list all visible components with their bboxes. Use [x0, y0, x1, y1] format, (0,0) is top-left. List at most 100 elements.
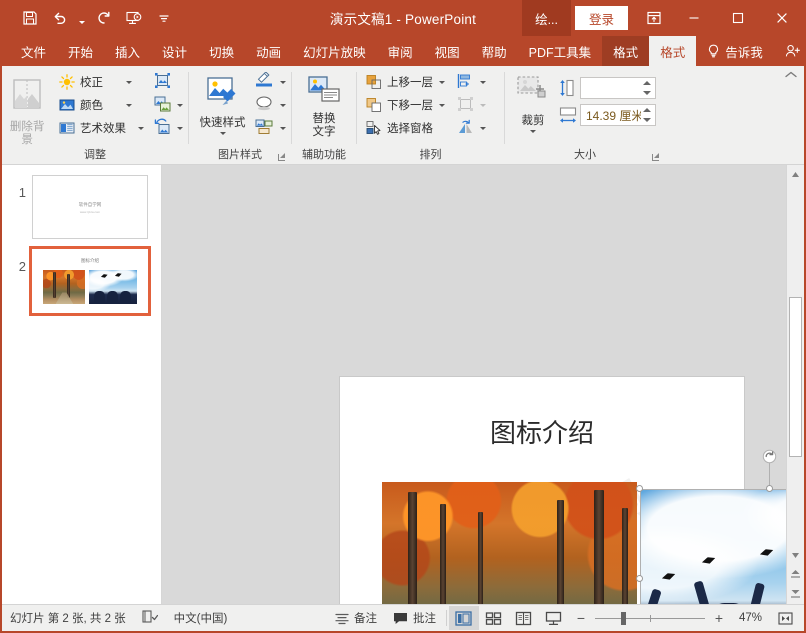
tab-picture-format[interactable]: 格式	[649, 36, 696, 66]
change-picture-button[interactable]	[149, 94, 175, 116]
thumbnail-frame[interactable]: 软件自学网 www.rjzxw.com	[32, 175, 148, 239]
chevron-down-icon[interactable]	[480, 81, 486, 84]
share-button[interactable]: 共享	[774, 36, 806, 66]
thumbnail-slide-2[interactable]: 2 图标介绍	[2, 239, 161, 313]
signin-button[interactable]: 登录	[575, 6, 628, 30]
crop-button[interactable]: 裁剪	[510, 71, 556, 133]
tab-help[interactable]: 帮助	[471, 36, 518, 66]
redo-button[interactable]	[90, 5, 118, 31]
scrollbar-thumb[interactable]	[789, 297, 802, 457]
slide-editing-pane[interactable]: 软件自学网 图标介绍	[162, 165, 804, 604]
shape-height-input[interactable]	[580, 77, 656, 99]
thumbnail-frame[interactable]: 图标介绍	[32, 249, 148, 313]
height-spinner-down[interactable]	[643, 91, 651, 95]
notes-button[interactable]: 备注	[327, 605, 385, 632]
ribbon-display-options-icon[interactable]	[636, 0, 672, 36]
tab-design[interactable]: 设计	[151, 36, 198, 66]
reset-picture-button[interactable]	[149, 117, 175, 139]
scroll-up-button[interactable]	[787, 165, 804, 183]
rotate-handle[interactable]	[762, 449, 777, 464]
chevron-down-icon[interactable]	[280, 127, 286, 130]
save-button[interactable]	[16, 5, 44, 31]
chevron-down-icon[interactable]	[280, 81, 286, 84]
zoom-track[interactable]	[595, 618, 705, 619]
chevron-down-icon[interactable]	[439, 104, 445, 107]
tab-pdf-tools[interactable]: PDF工具集	[518, 36, 603, 66]
resize-handle-top-center[interactable]	[766, 485, 773, 492]
scroll-down-button[interactable]	[787, 546, 804, 564]
undo-button[interactable]	[46, 5, 74, 31]
picture-layout-button[interactable]	[251, 117, 277, 139]
maximize-button[interactable]	[716, 0, 760, 36]
undo-dropdown-icon[interactable]	[76, 5, 88, 31]
tab-file[interactable]: 文件	[10, 36, 57, 66]
slide-canvas[interactable]: 软件自学网 图标介绍	[340, 377, 744, 604]
selection-pane-button[interactable]: 选择窗格	[362, 117, 448, 139]
chevron-down-icon[interactable]	[439, 81, 445, 84]
chevron-down-icon[interactable]	[480, 127, 486, 130]
next-slide-button[interactable]	[787, 584, 804, 602]
autumn-forest-picture[interactable]	[382, 482, 637, 604]
chevron-down-icon[interactable]	[280, 104, 286, 107]
slide-sorter-view-button[interactable]	[479, 606, 509, 630]
chevron-down-icon[interactable]	[138, 127, 144, 130]
customize-qat-button[interactable]	[150, 5, 178, 31]
picture-styles-dialog-launcher[interactable]	[276, 152, 287, 163]
collapse-ribbon-button[interactable]	[784, 68, 800, 84]
draw-tab-overflow[interactable]: 绘...	[522, 0, 571, 36]
chevron-down-icon[interactable]	[126, 81, 132, 84]
chevron-down-icon[interactable]	[530, 130, 536, 133]
reading-view-button[interactable]	[509, 606, 539, 630]
width-spinner-up[interactable]	[643, 108, 651, 112]
size-dialog-launcher[interactable]	[650, 152, 661, 163]
color-button[interactable]: 颜色	[55, 94, 135, 116]
alt-text-button[interactable]: 替换 文字	[297, 71, 351, 139]
previous-slide-button[interactable]	[787, 565, 804, 583]
align-objects-button[interactable]	[452, 71, 478, 93]
tab-transitions[interactable]: 切换	[198, 36, 245, 66]
height-spinner-up[interactable]	[643, 81, 651, 85]
tab-review[interactable]: 审阅	[377, 36, 424, 66]
resize-handle-top-left[interactable]	[636, 485, 643, 492]
language-button[interactable]: 中文(中国)	[166, 605, 236, 632]
tab-insert[interactable]: 插入	[104, 36, 151, 66]
quick-styles-button[interactable]: 快速样式	[194, 71, 251, 135]
tab-picture-tools-header[interactable]: 格式	[602, 36, 649, 66]
slide-title-placeholder[interactable]: 图标介绍	[340, 413, 744, 450]
tab-animations[interactable]: 动画	[245, 36, 292, 66]
corrections-button[interactable]: 校正	[55, 71, 135, 93]
thumbnail-slide-1[interactable]: 1 软件自学网 www.rjzxw.com	[2, 165, 161, 239]
zoom-in-button[interactable]: +	[713, 610, 725, 626]
tab-view[interactable]: 视图	[424, 36, 471, 66]
zoom-slider[interactable]: − +	[575, 610, 725, 626]
width-spinner-down[interactable]	[643, 118, 651, 122]
minimize-button[interactable]	[672, 0, 716, 36]
zoom-knob[interactable]	[621, 612, 626, 625]
resize-handle-middle-left[interactable]	[636, 575, 643, 582]
chevron-down-icon[interactable]	[126, 104, 132, 107]
slideshow-view-button[interactable]	[539, 606, 569, 630]
rotate-objects-button[interactable]	[452, 117, 478, 139]
comments-button[interactable]: 批注	[385, 605, 444, 632]
bring-forward-button[interactable]: 上移一层	[362, 71, 448, 93]
accessibility-check-button[interactable]	[134, 605, 166, 632]
fit-to-window-button[interactable]	[770, 606, 800, 630]
tab-slideshow[interactable]: 幻灯片放映	[292, 36, 377, 66]
chevron-down-icon[interactable]	[177, 104, 183, 107]
slide-thumbnail-pane[interactable]: 1 软件自学网 www.rjzxw.com 2 图标介绍	[2, 165, 162, 604]
close-button[interactable]	[760, 0, 804, 36]
shape-width-input[interactable]: 14.39 厘米	[580, 104, 656, 126]
send-backward-button[interactable]: 下移一层	[362, 94, 448, 116]
vertical-scrollbar[interactable]	[786, 165, 804, 604]
picture-effects-button[interactable]	[251, 94, 277, 116]
tab-home[interactable]: 开始	[57, 36, 104, 66]
start-slideshow-button[interactable]	[120, 5, 148, 31]
zoom-out-button[interactable]: −	[575, 610, 587, 626]
normal-view-button[interactable]	[449, 606, 479, 630]
chevron-down-icon[interactable]	[220, 132, 226, 135]
compress-pictures-button[interactable]	[149, 71, 175, 93]
picture-border-button[interactable]	[251, 71, 277, 93]
tell-me-button[interactable]: 告诉我	[696, 36, 774, 66]
chevron-down-icon[interactable]	[177, 127, 183, 130]
artistic-effects-button[interactable]: 艺术效果	[55, 117, 147, 139]
